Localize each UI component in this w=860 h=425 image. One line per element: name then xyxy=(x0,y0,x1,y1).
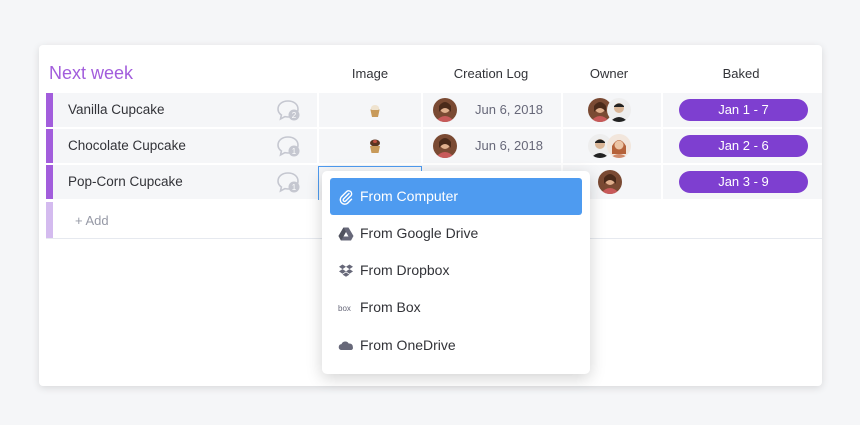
timeline-pill[interactable]: Jan 1 - 7 xyxy=(679,99,808,121)
avatar xyxy=(433,98,457,122)
image-cell[interactable] xyxy=(317,129,421,163)
menu-item-from-google-drive[interactable]: From Google Drive xyxy=(330,215,582,252)
chocolate-cupcake-thumbnail[interactable] xyxy=(366,137,384,155)
creation-date: Jun 6, 2018 xyxy=(475,138,543,153)
updates-count: 1 xyxy=(292,147,297,156)
owner-avatar[interactable] xyxy=(598,170,622,194)
updates-count: 1 xyxy=(292,183,297,192)
menu-item-from-onedrive[interactable]: From OneDrive xyxy=(330,327,582,364)
paperclip-icon xyxy=(339,190,353,205)
owner-avatar[interactable] xyxy=(607,134,631,158)
dropbox-icon xyxy=(339,264,353,277)
updates-count: 2 xyxy=(292,111,297,120)
item-name[interactable]: Vanilla Cupcake xyxy=(68,102,165,117)
column-header-baked[interactable]: Baked xyxy=(701,66,781,81)
add-item-button[interactable]: + Add xyxy=(75,213,109,228)
menu-item-label: From Dropbox xyxy=(360,262,450,278)
creation-date: Jun 6, 2018 xyxy=(475,102,543,117)
timeline-pill[interactable]: Jan 2 - 6 xyxy=(679,135,808,157)
upload-source-dropdown: From Computer From Google Drive From Dro… xyxy=(322,171,590,374)
column-header-owner[interactable]: Owner xyxy=(574,66,644,81)
group-title[interactable]: Next week xyxy=(49,63,133,84)
menu-item-label: From Box xyxy=(360,299,421,315)
row-color-bar xyxy=(46,129,53,163)
onedrive-icon xyxy=(338,341,353,350)
vanilla-cupcake-thumbnail[interactable] xyxy=(366,101,384,119)
item-name[interactable]: Pop-Corn Cupcake xyxy=(68,174,183,189)
box-icon: box xyxy=(338,304,351,313)
svg-text:box: box xyxy=(338,304,351,313)
baked-cell[interactable]: Jan 1 - 7 xyxy=(661,93,822,127)
menu-item-label: From Computer xyxy=(360,188,459,204)
menu-item-label: From OneDrive xyxy=(360,337,456,353)
baked-cell[interactable]: Jan 2 - 6 xyxy=(661,129,822,163)
owner-cell[interactable] xyxy=(561,93,661,127)
menu-item-label: From Google Drive xyxy=(360,225,479,241)
menu-item-from-box[interactable]: box From Box xyxy=(330,289,582,326)
table-row[interactable]: Vanilla Cupcake 2 Jun 6, 2018 Jan 1 - 7 xyxy=(46,93,822,129)
column-header-image[interactable]: Image xyxy=(335,66,405,81)
row-color-bar xyxy=(46,165,53,199)
menu-item-from-computer[interactable]: From Computer xyxy=(330,178,582,215)
creation-log-cell[interactable]: Jun 6, 2018 xyxy=(421,129,561,163)
table-row[interactable]: Chocolate Cupcake 1 Jun 6, 2018 Jan 2 - … xyxy=(46,129,822,165)
google-drive-icon xyxy=(338,227,354,241)
item-name[interactable]: Chocolate Cupcake xyxy=(68,138,186,153)
updates-bubble-icon[interactable]: 2 xyxy=(276,99,300,121)
creation-log-cell[interactable]: Jun 6, 2018 xyxy=(421,93,561,127)
column-header-creation-log[interactable]: Creation Log xyxy=(431,66,551,81)
row-color-bar xyxy=(46,202,53,238)
row-color-bar xyxy=(46,93,53,127)
owner-avatar[interactable] xyxy=(607,98,631,122)
avatar xyxy=(433,134,457,158)
owner-cell[interactable] xyxy=(561,129,661,163)
timeline-pill[interactable]: Jan 3 - 9 xyxy=(679,171,808,193)
menu-item-from-dropbox[interactable]: From Dropbox xyxy=(330,252,582,289)
updates-bubble-icon[interactable]: 1 xyxy=(276,171,300,193)
baked-cell[interactable]: Jan 3 - 9 xyxy=(661,165,822,199)
image-cell[interactable] xyxy=(317,93,421,127)
updates-bubble-icon[interactable]: 1 xyxy=(276,135,300,157)
